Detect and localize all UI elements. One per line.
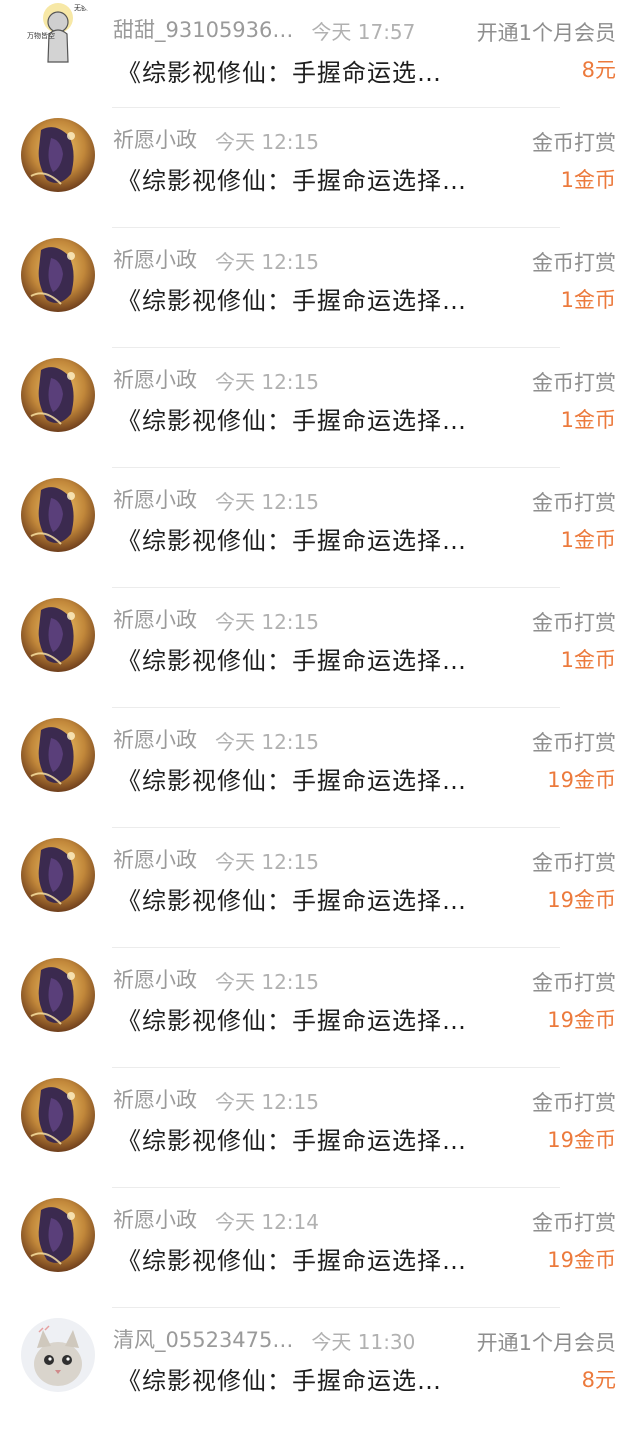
record-amount: 19金币 xyxy=(547,768,616,792)
book-title[interactable]: 《综影视修仙：手握命运选择… xyxy=(117,761,467,796)
record-row[interactable]: 万物皆空 无欲无求 甜甜_93105936… 今天 17:57 《综影视修仙：手… xyxy=(0,0,640,108)
record-type: 开通1个月会员 xyxy=(476,1331,616,1355)
record-amount: 1金币 xyxy=(560,408,616,432)
user-name[interactable]: 祈愿小政 xyxy=(113,364,197,394)
qingfeng-avatar-icon xyxy=(21,1318,95,1392)
user-name[interactable]: 祈愿小政 xyxy=(113,964,197,994)
record-amount: 1金币 xyxy=(560,168,616,192)
record-type: 金币打赏 xyxy=(532,971,616,995)
record-time: 今天 12:15 xyxy=(215,370,319,394)
user-name[interactable]: 祈愿小政 xyxy=(113,604,197,634)
record-amount: 1金币 xyxy=(560,288,616,312)
record-time: 今天 12:14 xyxy=(215,1210,319,1234)
qiyuan-avatar-icon xyxy=(21,1198,95,1272)
record-type: 金币打赏 xyxy=(532,251,616,275)
record-type: 金币打赏 xyxy=(532,491,616,515)
record-amount: 1金币 xyxy=(560,528,616,552)
user-name[interactable]: 祈愿小政 xyxy=(113,1204,197,1234)
qiyuan-avatar-icon xyxy=(21,238,95,312)
record-row[interactable]: 祈愿小政 今天 12:15 《综影视修仙：手握命运选择… 金币打赏 19金币 xyxy=(0,948,640,1068)
record-time: 今天 17:57 xyxy=(311,20,416,44)
record-amount: 1金币 xyxy=(560,648,616,672)
record-amount: 8元 xyxy=(581,1368,616,1392)
book-title[interactable]: 《综影视修仙：手握命运选… xyxy=(117,1361,442,1396)
user-name[interactable]: 祈愿小政 xyxy=(113,1084,197,1114)
record-amount: 8元 xyxy=(581,58,616,82)
book-title[interactable]: 《综影视修仙：手握命运选… xyxy=(117,53,442,88)
record-time: 今天 12:15 xyxy=(215,250,319,274)
qiyuan-avatar-icon xyxy=(21,1078,95,1152)
record-type: 开通1个月会员 xyxy=(476,21,616,45)
qiyuan-avatar-icon xyxy=(21,118,95,192)
record-row[interactable]: 祈愿小政 今天 12:15 《综影视修仙：手握命运选择… 金币打赏 1金币 xyxy=(0,468,640,588)
user-name[interactable]: 祈愿小政 xyxy=(113,244,197,274)
user-name[interactable]: 祈愿小政 xyxy=(113,724,197,754)
tiantian-avatar[interactable]: 万物皆空 无欲无求 xyxy=(21,0,95,70)
record-time: 今天 12:15 xyxy=(215,610,319,634)
record-list: 万物皆空 无欲无求 甜甜_93105936… 今天 17:57 《综影视修仙：手… xyxy=(0,0,640,1428)
qiyuan-avatar[interactable] xyxy=(21,838,95,912)
book-title[interactable]: 《综影视修仙：手握命运选择… xyxy=(117,1001,467,1036)
user-name[interactable]: 祈愿小政 xyxy=(113,844,197,874)
record-row[interactable]: 祈愿小政 今天 12:15 《综影视修仙：手握命运选择… 金币打赏 19金币 xyxy=(0,828,640,948)
user-name[interactable]: 祈愿小政 xyxy=(113,124,197,154)
record-time: 今天 12:15 xyxy=(215,1090,319,1114)
user-name[interactable]: 甜甜_93105936… xyxy=(113,14,293,44)
user-name[interactable]: 祈愿小政 xyxy=(113,484,197,514)
qiyuan-avatar[interactable] xyxy=(21,1078,95,1152)
record-type: 金币打赏 xyxy=(532,131,616,155)
record-row[interactable]: 祈愿小政 今天 12:15 《综影视修仙：手握命运选择… 金币打赏 1金币 xyxy=(0,588,640,708)
record-type: 金币打赏 xyxy=(532,1211,616,1235)
record-amount: 19金币 xyxy=(547,888,616,912)
qiyuan-avatar[interactable] xyxy=(21,718,95,792)
record-time: 今天 12:15 xyxy=(215,490,319,514)
qiyuan-avatar-icon xyxy=(21,958,95,1032)
book-title[interactable]: 《综影视修仙：手握命运选择… xyxy=(117,881,467,916)
book-title[interactable]: 《综影视修仙：手握命运选择… xyxy=(117,521,467,556)
tiantian-avatar-icon: 万物皆空 无欲无求 xyxy=(21,0,95,70)
record-type: 金币打赏 xyxy=(532,731,616,755)
record-type: 金币打赏 xyxy=(532,851,616,875)
qiyuan-avatar[interactable] xyxy=(21,478,95,552)
record-row[interactable]: 祈愿小政 今天 12:15 《综影视修仙：手握命运选择… 金币打赏 1金币 xyxy=(0,348,640,468)
record-type: 金币打赏 xyxy=(532,371,616,395)
record-amount: 19金币 xyxy=(547,1248,616,1272)
book-title[interactable]: 《综影视修仙：手握命运选择… xyxy=(117,1121,467,1156)
record-time: 今天 12:15 xyxy=(215,130,319,154)
record-time: 今天 12:15 xyxy=(215,970,319,994)
record-amount: 19金币 xyxy=(547,1128,616,1152)
book-title[interactable]: 《综影视修仙：手握命运选择… xyxy=(117,281,467,316)
qiyuan-avatar[interactable] xyxy=(21,1198,95,1272)
avatar-text-left: 万物皆空 xyxy=(27,31,55,40)
qiyuan-avatar-icon xyxy=(21,478,95,552)
record-row[interactable]: 祈愿小政 今天 12:14 《综影视修仙：手握命运选择… 金币打赏 19金币 xyxy=(0,1188,640,1308)
book-title[interactable]: 《综影视修仙：手握命运选择… xyxy=(117,1241,467,1276)
record-row[interactable]: 祈愿小政 今天 12:15 《综影视修仙：手握命运选择… 金币打赏 1金币 xyxy=(0,228,640,348)
record-type: 金币打赏 xyxy=(532,1091,616,1115)
qiyuan-avatar[interactable] xyxy=(21,358,95,432)
record-row[interactable]: 清风_05523475… 今天 11:30 《综影视修仙：手握命运选… 开通1个… xyxy=(0,1308,640,1428)
record-time: 今天 11:30 xyxy=(311,1330,416,1354)
record-amount: 19金币 xyxy=(547,1008,616,1032)
qiyuan-avatar[interactable] xyxy=(21,238,95,312)
qiyuan-avatar[interactable] xyxy=(21,118,95,192)
record-time: 今天 12:15 xyxy=(215,850,319,874)
qiyuan-avatar-icon xyxy=(21,358,95,432)
avatar-text-right: 无欲无求 xyxy=(74,3,95,12)
book-title[interactable]: 《综影视修仙：手握命运选择… xyxy=(117,161,467,196)
record-row[interactable]: 祈愿小政 今天 12:15 《综影视修仙：手握命运选择… 金币打赏 1金币 xyxy=(0,108,640,228)
book-title[interactable]: 《综影视修仙：手握命运选择… xyxy=(117,401,467,436)
qiyuan-avatar-icon xyxy=(21,838,95,912)
record-time: 今天 12:15 xyxy=(215,730,319,754)
qiyuan-avatar[interactable] xyxy=(21,598,95,672)
book-title[interactable]: 《综影视修仙：手握命运选择… xyxy=(117,641,467,676)
user-name[interactable]: 清风_05523475… xyxy=(113,1324,293,1354)
record-type: 金币打赏 xyxy=(532,611,616,635)
qiyuan-avatar[interactable] xyxy=(21,958,95,1032)
qiyuan-avatar-icon xyxy=(21,598,95,672)
record-row[interactable]: 祈愿小政 今天 12:15 《综影视修仙：手握命运选择… 金币打赏 19金币 xyxy=(0,708,640,828)
qingfeng-avatar[interactable] xyxy=(21,1318,95,1392)
record-row[interactable]: 祈愿小政 今天 12:15 《综影视修仙：手握命运选择… 金币打赏 19金币 xyxy=(0,1068,640,1188)
qiyuan-avatar-icon xyxy=(21,718,95,792)
